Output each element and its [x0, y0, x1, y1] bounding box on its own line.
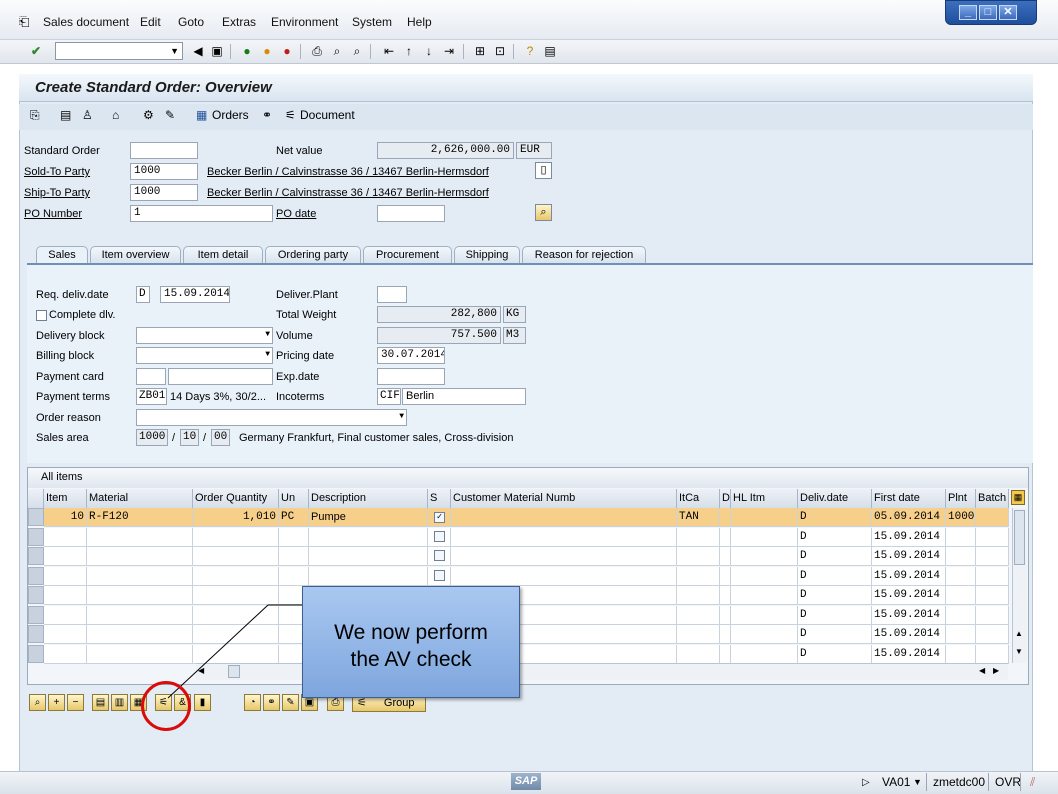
transaction-code: VA01	[882, 775, 911, 789]
sap-logo: SAP	[511, 773, 541, 790]
callout-line-1: We now perform	[334, 621, 488, 644]
server-name: zmetdc00	[933, 775, 986, 789]
separator	[926, 773, 927, 791]
chevron-down-icon[interactable]: ▼	[913, 777, 922, 787]
callout-connector	[167, 604, 303, 699]
status-expand-icon[interactable]: ▷	[862, 777, 870, 788]
separator	[1020, 773, 1021, 791]
callout-box: We now perform the AV check	[302, 586, 520, 698]
highlight-circle	[141, 681, 191, 731]
status-indicator-icon: ⫽	[1030, 775, 1036, 789]
separator	[988, 773, 989, 791]
callout-line-2: the AV check	[350, 648, 472, 671]
input-mode: OVR	[995, 775, 1022, 789]
